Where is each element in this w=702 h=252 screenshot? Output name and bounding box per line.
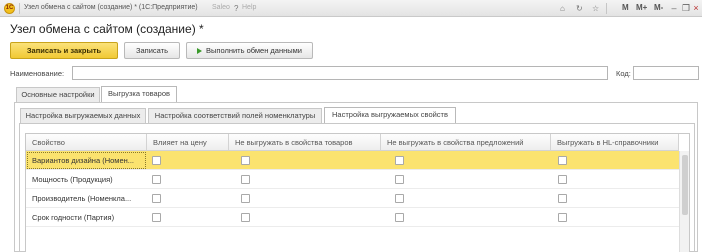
no-export-offers-checkbox[interactable] [395,194,404,203]
properties-table: Свойство Влияет на цену Не выгружать в с… [25,133,690,252]
no-export-goods-checkbox[interactable] [241,213,250,222]
home-icon[interactable]: ⌂ [560,3,565,14]
run-exchange-button[interactable]: Выполнить обмен данными [186,42,313,59]
export-hl-checkbox[interactable] [558,156,567,165]
no-export-goods-checkbox[interactable] [241,156,250,165]
window-title: Узел обмена с сайтом (создание) * (1С:Пр… [24,4,198,11]
property-name-cell[interactable]: Срок годности (Партия) [26,208,147,227]
titlebar-grey-text: Saleo [212,4,230,11]
minimize-icon[interactable]: – [668,2,680,14]
export-hl-checkbox[interactable] [558,194,567,203]
help-label[interactable]: Help [242,4,256,11]
property-name-cell[interactable]: Мощность (Продукция) [26,170,147,189]
refresh-icon[interactable]: ↻ [576,3,583,14]
column-header-no-export-offers[interactable]: Не выгружать в свойства предложений [381,134,551,151]
table-row[interactable]: Срок годности (Партия) [26,208,689,227]
memory-mplus-button[interactable]: M+ [636,3,647,12]
table-row[interactable]: Мощность (Продукция) [26,170,689,189]
save-and-close-button[interactable]: Записать и закрыть [10,42,118,59]
table-row[interactable]: Производитель (Номенкла... [26,189,689,208]
affects-price-checkbox[interactable] [152,194,161,203]
run-exchange-label: Выполнить обмен данными [205,46,303,55]
titlebar-separator [19,3,20,14]
no-export-goods-checkbox[interactable] [241,175,250,184]
memory-m-button[interactable]: M [622,3,629,12]
star-icon[interactable]: ☆ [592,3,599,14]
name-input[interactable] [72,66,608,80]
column-header-no-export-goods[interactable]: Не выгружать в свойства товаров [229,134,381,151]
affects-price-checkbox[interactable] [152,213,161,222]
save-button[interactable]: Записать [124,42,180,59]
code-label: Код: [616,69,631,78]
memory-mminus-button[interactable]: M- [654,3,663,12]
titlebar-separator [606,3,607,14]
no-export-offers-checkbox[interactable] [395,175,404,184]
tab-goods-export[interactable]: Выгрузка товаров [101,86,177,102]
no-export-goods-checkbox[interactable] [241,194,250,203]
subtab-field-mapping[interactable]: Настройка соответствий полей номенклатур… [148,108,322,123]
help-icon[interactable]: ? [234,3,238,14]
export-hl-checkbox[interactable] [558,175,567,184]
property-name-cell[interactable]: Производитель (Номенкла... [26,189,147,208]
no-export-offers-checkbox[interactable] [395,213,404,222]
no-export-offers-checkbox[interactable] [395,156,404,165]
table-vertical-scrollbar[interactable] [679,151,689,252]
subtab-export-data[interactable]: Настройка выгружаемых данных [20,108,146,123]
play-icon [196,48,202,54]
column-header-property[interactable]: Свойство [26,134,147,151]
affects-price-checkbox[interactable] [152,156,161,165]
name-label: Наименование: [10,69,65,78]
code-input[interactable] [633,66,699,80]
app-logo-icon[interactable]: 1С [4,3,15,14]
scrollbar-thumb[interactable] [682,155,688,215]
window-titlebar: 1С Узел обмена с сайтом (создание) * (1С… [0,0,702,17]
form-title: Узел обмена с сайтом (создание) * [10,22,204,36]
property-name-cell[interactable]: Вариантов дизайна (Номен... [26,151,147,170]
column-header-export-hl[interactable]: Выгружать в HL-справочники [551,134,679,151]
tab-main-settings[interactable]: Основные настройки [16,87,100,102]
close-icon[interactable]: × [690,2,702,14]
column-header-affects-price[interactable]: Влияет на цену [147,134,229,151]
export-hl-checkbox[interactable] [558,213,567,222]
subtab-export-properties[interactable]: Настройка выгружаемых свойств [324,107,456,123]
affects-price-checkbox[interactable] [152,175,161,184]
table-row[interactable]: Вариантов дизайна (Номен... [26,151,689,170]
